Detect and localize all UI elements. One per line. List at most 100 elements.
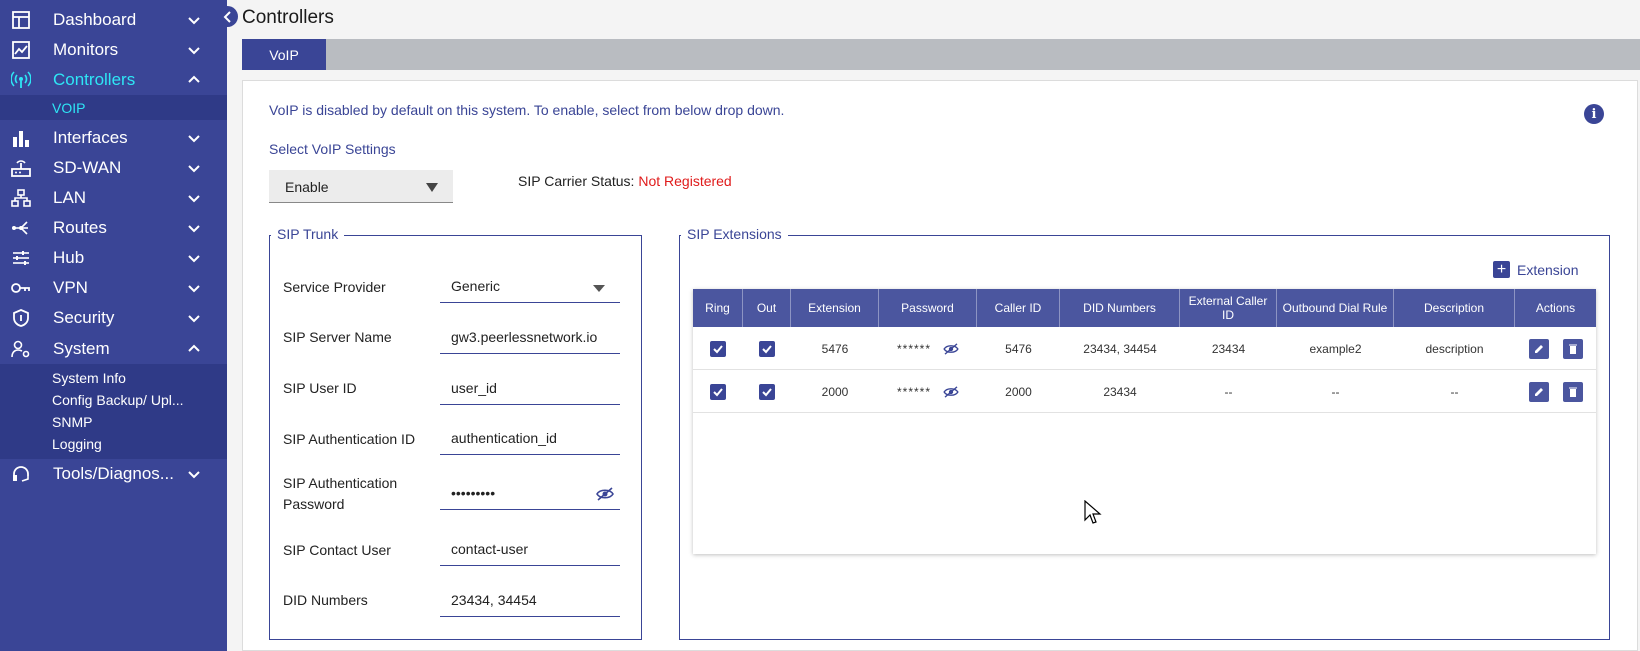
router-icon (11, 159, 31, 177)
did-numbers-field[interactable]: 23434, 34454 (440, 584, 620, 617)
cell-actions (1515, 370, 1596, 413)
key-icon (11, 279, 31, 297)
cell-description: description (1425, 341, 1484, 356)
chevron-down-icon (188, 135, 200, 143)
tab-bar: VoIP (242, 39, 1640, 70)
sidebar-item-label: VPN (53, 278, 88, 297)
user-gear-icon (11, 340, 31, 358)
sidebar-subitem-config-backup[interactable]: Config Backup/ Upl... (52, 392, 184, 408)
chevron-down-icon (188, 47, 200, 55)
add-extension-label: Extension (1517, 261, 1579, 278)
sidebar-item-label: Routes (53, 218, 107, 237)
sidebar-subitem-voip[interactable]: VOIP (52, 100, 85, 116)
sidebar-item-label: System (53, 339, 110, 358)
sip-auth-password-field[interactable]: ••••••••• (440, 477, 620, 510)
ring-checkbox[interactable] (710, 340, 726, 357)
sip-carrier-status: SIP Carrier Status: Not Registered (518, 173, 732, 189)
sip-contact-user-field[interactable]: contact-user (440, 533, 620, 566)
delete-button[interactable] (1562, 381, 1583, 402)
sidebar-subitem-logging[interactable]: Logging (52, 436, 102, 452)
sip-auth-id-field[interactable]: authentication_id (440, 422, 620, 455)
sidebar-item-label: SD-WAN (53, 158, 122, 177)
sidebar-subitem-snmp[interactable]: SNMP (52, 414, 92, 430)
sidebar-item-system[interactable]: System (0, 334, 227, 364)
sip-user-id-label: SIP User ID (283, 380, 357, 396)
routes-icon (11, 219, 31, 237)
network-tree-icon (11, 189, 31, 207)
cell-outbound-dial-rule: example2 (1309, 341, 1362, 356)
password-mask: ****** (896, 384, 932, 399)
collapse-sidebar-button[interactable] (217, 6, 238, 27)
chevron-down-icon (188, 165, 200, 173)
check-icon (762, 344, 772, 353)
cell-description: -- (1450, 384, 1459, 399)
sidebar-subitem-system-info[interactable]: System Info (52, 370, 126, 386)
sidebar-item-label: Security (53, 308, 115, 327)
sidebar-item-dashboard[interactable]: Dashboard (0, 5, 227, 35)
chevron-down-icon (188, 255, 200, 263)
sidebar-item-label: Dashboard (53, 10, 137, 29)
cell-did-numbers: 23434 (1103, 384, 1137, 399)
out-checkbox[interactable] (759, 340, 775, 357)
col-actions: Actions (1535, 301, 1576, 315)
edit-button[interactable] (1528, 381, 1549, 402)
select-voip-label: Select VoIP Settings (269, 141, 396, 157)
pencil-icon (1534, 387, 1543, 396)
cell-did-numbers: 23434, 34454 (1083, 341, 1157, 356)
sip-auth-password-value: ••••••••• (451, 485, 496, 501)
sidebar-item-routes[interactable]: Routes (0, 213, 227, 243)
tab-voip[interactable]: VoIP (242, 39, 326, 70)
antenna-icon (11, 71, 31, 89)
eye-off-icon[interactable] (943, 385, 959, 398)
sidebar-item-label: Controllers (53, 70, 136, 89)
table-header: Ring Out Extension Password Caller ID DI… (693, 289, 1596, 327)
sip-trunk-legend: SIP Trunk (271, 226, 345, 242)
page-title: Controllers (242, 7, 334, 28)
col-description: Description (1394, 289, 1515, 327)
table-row: 5476 ****** 5476 23434, 34454 23434 exam… (693, 327, 1596, 370)
system-submenu: System Info Config Backup/ Upl... SNMP L… (0, 364, 227, 459)
add-extension-button[interactable]: + Extension (1493, 261, 1578, 278)
monitor-chart-icon (11, 41, 31, 59)
pencil-icon (1534, 344, 1543, 353)
sidebar-item-hub[interactable]: Hub (0, 243, 227, 273)
sip-extensions-legend: SIP Extensions (681, 226, 788, 242)
controllers-submenu: VOIP (0, 95, 227, 120)
chevron-down-icon (188, 195, 200, 203)
out-checkbox[interactable] (759, 383, 775, 400)
sip-server-name-field[interactable]: gw3.peerlessnetwork.io (440, 321, 620, 354)
edit-button[interactable] (1528, 338, 1549, 359)
chevron-down-icon (188, 315, 200, 323)
password-mask: ****** (896, 341, 932, 356)
sidebar-item-tools[interactable]: Tools/Diagnos... (0, 459, 227, 489)
col-extension: Extension (791, 289, 879, 327)
sidebar-item-label: Interfaces (53, 128, 128, 147)
sidebar-item-label: Monitors (53, 40, 119, 59)
cell-actions (1515, 327, 1596, 370)
dashboard-icon (11, 11, 31, 29)
info-icon[interactable]: i (1584, 104, 1604, 124)
sidebar-item-label: LAN (53, 188, 87, 207)
service-provider-select[interactable]: Generic (440, 270, 620, 303)
chevron-down-icon (188, 225, 200, 233)
cell-caller-id: 2000 (1005, 384, 1032, 399)
sidebar-item-security[interactable]: Security (0, 303, 227, 333)
voip-settings-select[interactable]: Enable (269, 170, 453, 203)
eye-off-icon[interactable] (943, 342, 959, 355)
sidebar-item-sd-wan[interactable]: SD-WAN (0, 153, 227, 183)
cell-external-caller-id: 23434 (1211, 341, 1246, 356)
sidebar-item-vpn[interactable]: VPN (0, 273, 227, 303)
sip-user-id-field[interactable]: user_id (440, 372, 620, 405)
eye-off-icon[interactable] (596, 487, 614, 501)
chevron-up-icon (188, 344, 200, 352)
ring-checkbox[interactable] (710, 383, 726, 400)
sidebar-item-monitors[interactable]: Monitors (0, 35, 227, 65)
carrier-status-value: Not Registered (638, 173, 732, 189)
sidebar-item-controllers[interactable]: Controllers (0, 65, 227, 95)
service-provider-label: Service Provider (283, 279, 386, 295)
sidebar-item-interfaces[interactable]: Interfaces (0, 123, 227, 153)
sidebar-item-lan[interactable]: LAN (0, 183, 227, 213)
delete-button[interactable] (1562, 338, 1583, 359)
sliders-icon (11, 249, 31, 267)
col-outbound-dial-rule: Outbound Dial Rule (1277, 289, 1394, 327)
